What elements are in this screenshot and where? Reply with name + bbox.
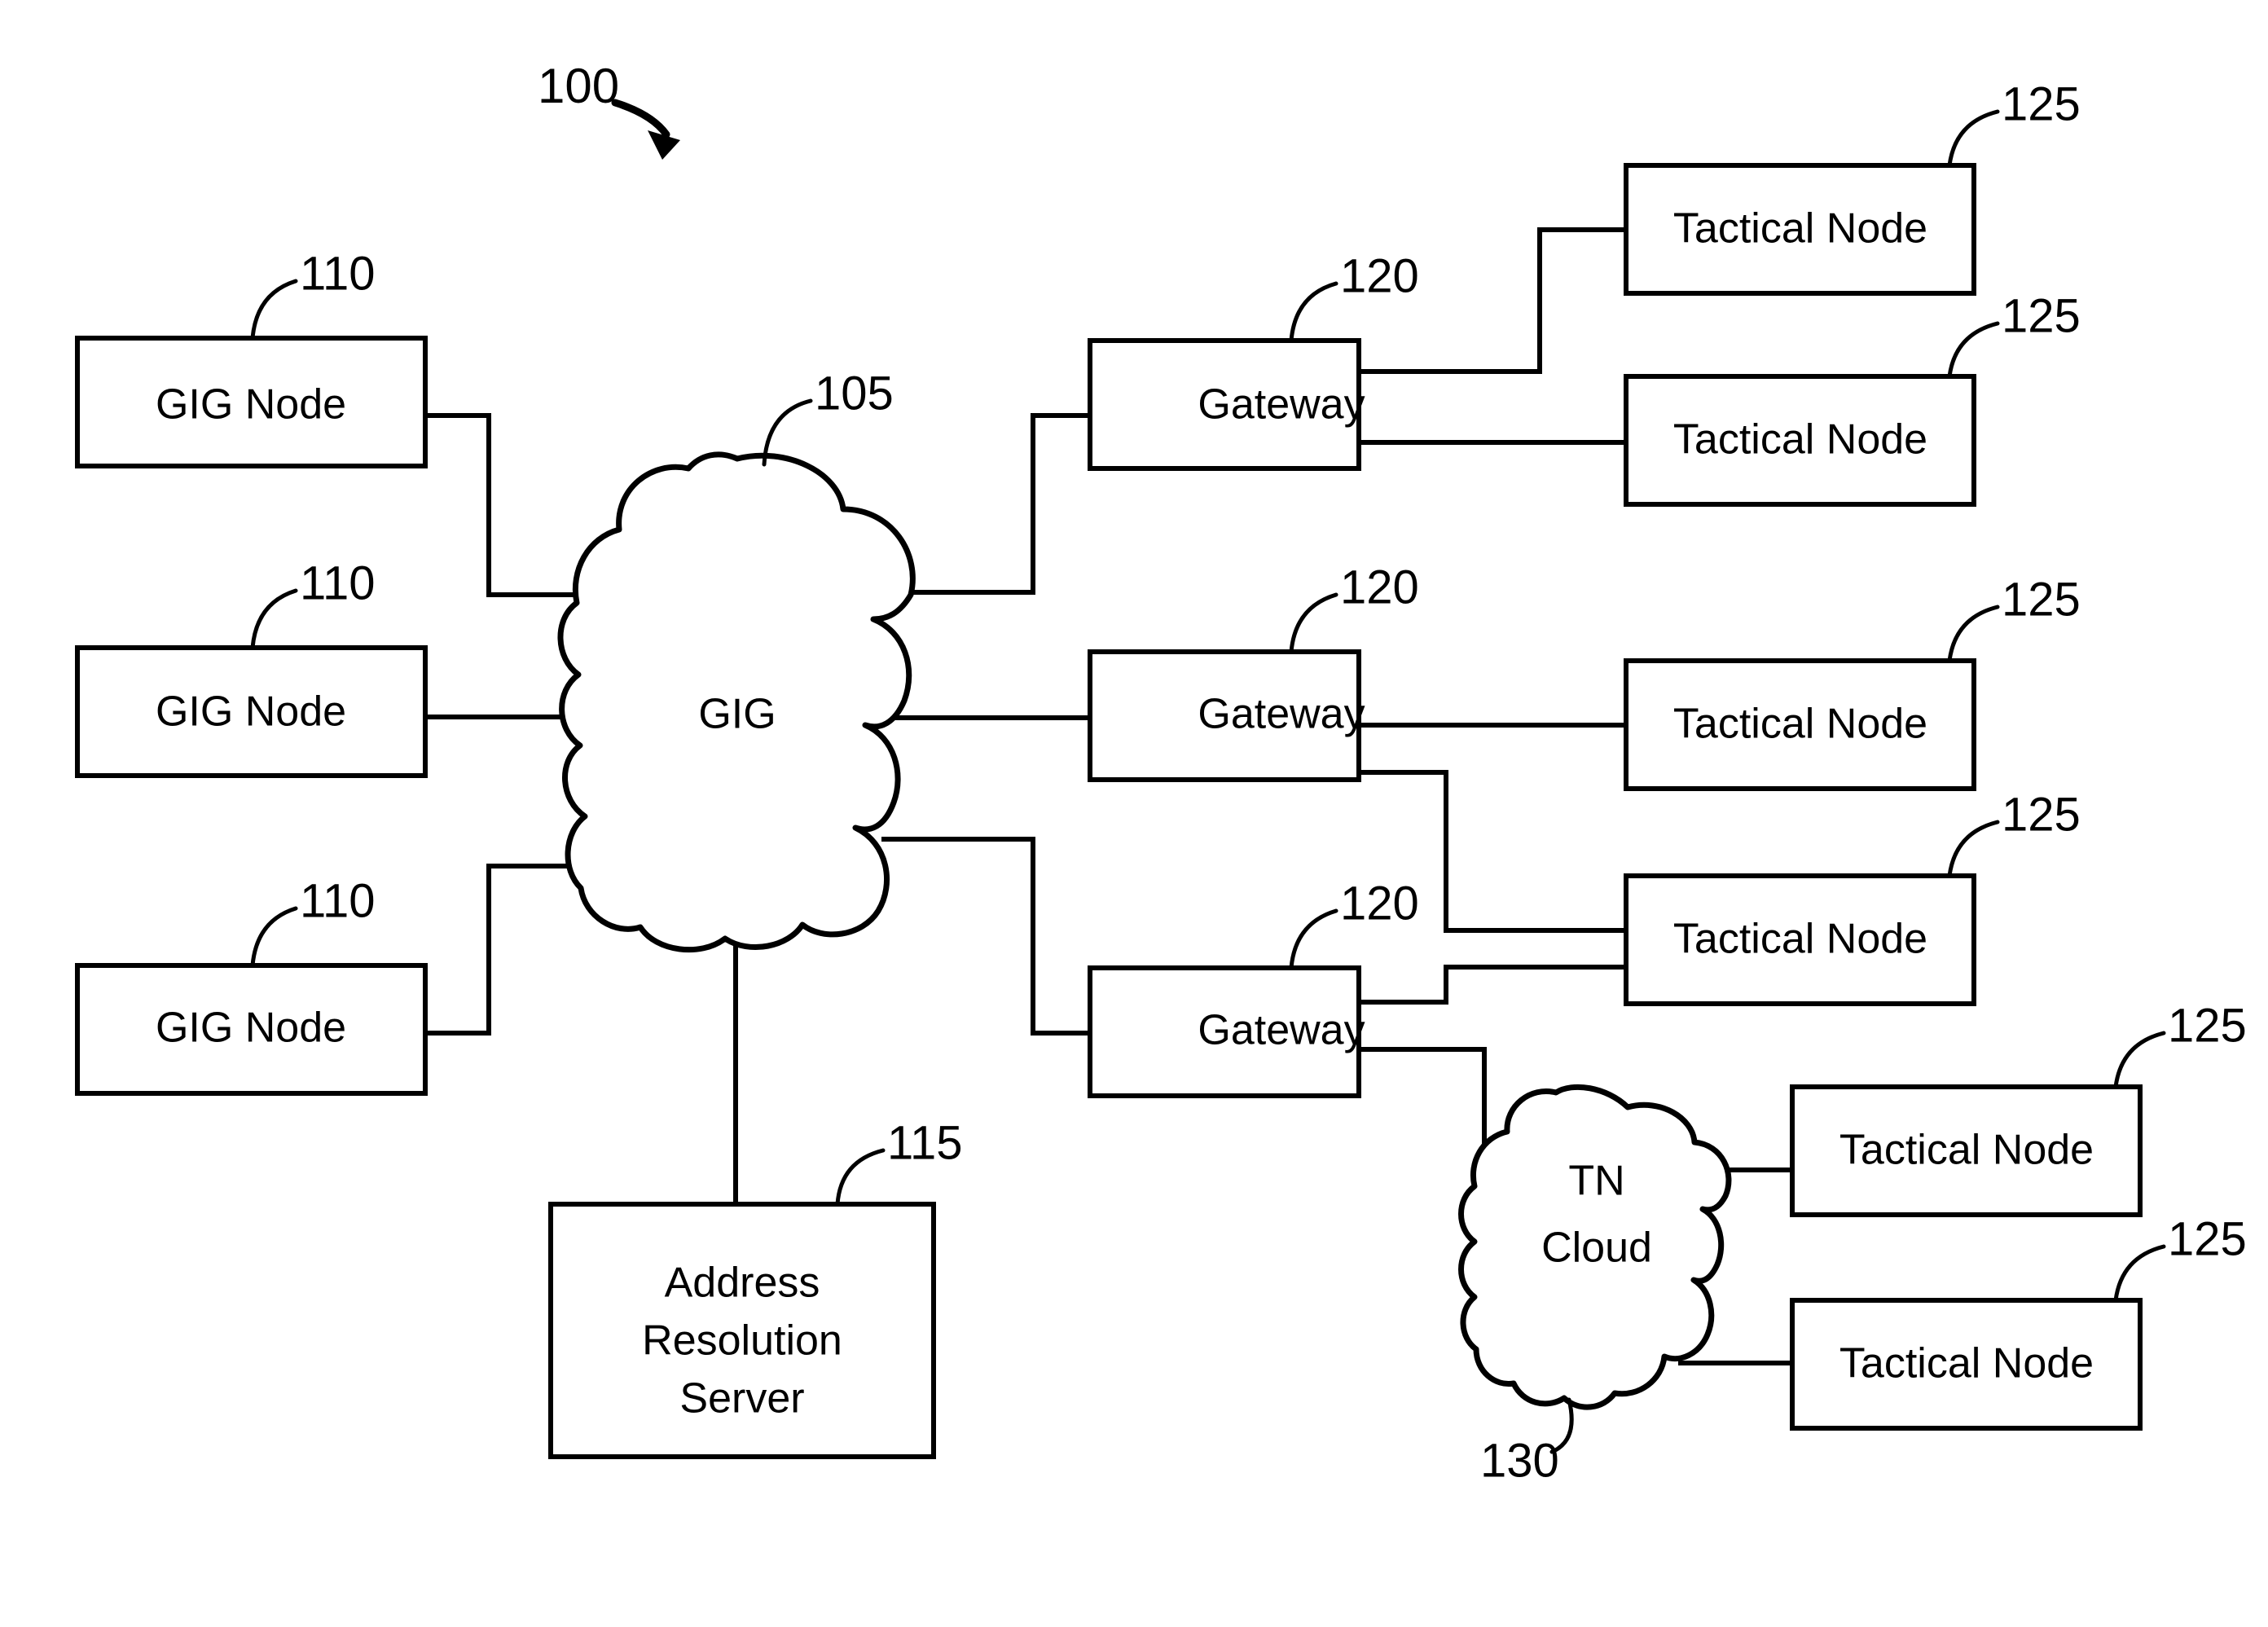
gig-node-2-label: GIG Node: [156, 688, 346, 736]
address-resolution-server-group[interactable]: Address Resolution Server 115: [548, 1116, 962, 1459]
gateway-1-ref-number: 120: [1340, 249, 1419, 302]
tn-cloud-label-line-1: TN: [1568, 1158, 1624, 1205]
gig-node-2-ref-leader: [250, 588, 298, 650]
gateway-1-ref-leader: [1289, 281, 1338, 343]
diagram-canvas: 100 GIG Node 110 GIG Node 110 GIG Node 1…: [0, 0, 2268, 1627]
tactical-node-6-ref-number: 125: [2168, 1212, 2247, 1265]
address-server-ref-number: 115: [887, 1116, 962, 1169]
address-server-line-3: Server: [679, 1375, 804, 1423]
tactical-node-4-ref-number: 125: [2002, 788, 2081, 841]
tactical-node-6-ref-leader: [2113, 1244, 2166, 1303]
address-server-line-2: Resolution: [642, 1317, 842, 1365]
tactical-node-1-group[interactable]: Tactical Node 125: [1624, 77, 2081, 296]
tactical-node-6-label: Tactical Node: [1839, 1340, 2094, 1387]
tn-cloud-label-line-2: Cloud: [1541, 1225, 1652, 1272]
link-gig-to-gateway1: [894, 413, 1090, 595]
gig-node-1-ref-number: 110: [300, 247, 375, 300]
tactical-node-4-label: Tactical Node: [1673, 916, 1927, 963]
gig-node-3-label: GIG Node: [156, 1005, 346, 1052]
tactical-node-3-ref-leader: [1947, 605, 2000, 663]
tn-cloud-group[interactable]: TN Cloud 130: [1458, 1084, 1732, 1487]
address-server-line-1: Address: [665, 1260, 820, 1307]
network-architecture-diagram: 100 GIG Node 110 GIG Node 110 GIG Node 1…: [75, 59, 2247, 1487]
tactical-node-3-ref-number: 125: [2002, 573, 2081, 626]
tactical-node-6-group[interactable]: Tactical Node 125: [1790, 1212, 2247, 1431]
gig-node-1-label: GIG Node: [156, 381, 346, 429]
tactical-node-5-ref-leader: [2113, 1031, 2166, 1089]
address-server-ref-leader: [835, 1148, 886, 1207]
gateway-2-group[interactable]: Gateway 120: [1088, 561, 1419, 782]
tactical-node-5-label: Tactical Node: [1839, 1127, 2094, 1174]
figure-number-label: 100: [538, 59, 619, 113]
gateway-3-ref-number: 120: [1340, 877, 1419, 930]
gateway-3-group[interactable]: Gateway 120: [1088, 877, 1419, 1098]
gig-node-2-ref-number: 110: [300, 556, 375, 609]
gateway-1-group[interactable]: Gateway 120: [1088, 249, 1419, 471]
gateway-1-label: Gateway: [1198, 381, 1365, 429]
tactical-node-3-group[interactable]: Tactical Node 125: [1624, 573, 2081, 791]
link-gateway3-to-tn4: [1356, 965, 1628, 1005]
tactical-node-2-ref-number: 125: [2002, 289, 2081, 342]
gig-node-1-group[interactable]: GIG Node 110: [75, 247, 428, 468]
gateway-2-ref-number: 120: [1340, 561, 1419, 613]
tactical-node-5-ref-number: 125: [2168, 999, 2247, 1052]
gig-node-3-group[interactable]: GIG Node 110: [75, 874, 428, 1096]
tactical-node-4-ref-leader: [1947, 820, 2000, 878]
gig-node-1-ref-leader: [250, 279, 298, 341]
gateway-2-label: Gateway: [1198, 691, 1365, 738]
figure-arrow-curve: [611, 99, 670, 139]
tactical-node-2-group[interactable]: Tactical Node 125: [1624, 289, 2081, 507]
gateway-3-ref-leader: [1289, 908, 1338, 970]
tactical-node-3-label: Tactical Node: [1673, 701, 1927, 748]
gig-node-3-ref-number: 110: [300, 874, 375, 927]
gig-cloud-ref-number: 105: [815, 367, 894, 420]
tactical-node-5-group[interactable]: Tactical Node 125: [1790, 999, 2247, 1217]
link-gig-to-gateway3: [881, 837, 1090, 1036]
gig-cloud-label: GIG: [698, 691, 776, 738]
gateway-2-ref-leader: [1289, 592, 1338, 654]
tactical-node-4-group[interactable]: Tactical Node 125: [1624, 788, 2081, 1006]
tactical-node-2-label: Tactical Node: [1673, 416, 1927, 464]
tactical-node-1-ref-leader: [1947, 109, 2000, 168]
gig-node-2-group[interactable]: GIG Node 110: [75, 556, 428, 778]
tactical-node-1-label: Tactical Node: [1673, 205, 1927, 253]
tactical-node-1-ref-number: 125: [2002, 77, 2081, 130]
gateway-3-label: Gateway: [1198, 1007, 1365, 1054]
tactical-node-2-ref-leader: [1947, 321, 2000, 379]
tn-cloud-ref-number: 130: [1480, 1434, 1559, 1487]
gig-node-3-ref-leader: [250, 906, 298, 968]
figure-number-group: 100: [538, 59, 680, 160]
gig-cloud-group[interactable]: GIG 105: [557, 367, 916, 953]
